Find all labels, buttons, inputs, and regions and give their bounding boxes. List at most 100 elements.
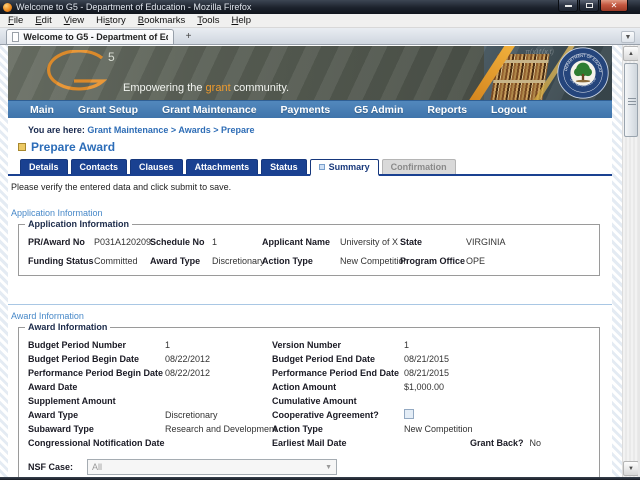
field-value: VIRGINIA (466, 237, 506, 247)
application-information-link[interactable]: Application Information (11, 208, 612, 218)
field-label: Funding Status (28, 256, 94, 266)
menu-tools[interactable]: Tools (191, 14, 225, 28)
firefox-icon (3, 2, 12, 12)
breadcrumb-prepare[interactable]: Prepare (221, 125, 255, 135)
app-info-row: Funding Status Committed Award Type Disc… (19, 256, 599, 267)
nav-logout[interactable]: Logout (491, 104, 527, 116)
tab-attachments[interactable]: Attachments (185, 159, 259, 174)
field-label: Program Office (400, 256, 466, 266)
menu-help[interactable]: Help (225, 14, 257, 28)
main-content: 5 Empowering the grant community. π(x)ƒ(… (8, 45, 612, 477)
right-margin-stripes (612, 45, 622, 477)
field-label: Award Type (150, 256, 201, 266)
menu-file[interactable]: File (2, 14, 29, 28)
award-info-row: Congressional Notification Date Earliest… (19, 437, 599, 451)
tab-details[interactable]: Details (20, 159, 68, 174)
restore-icon (585, 3, 593, 8)
minimize-button[interactable] (558, 0, 578, 12)
field-value (404, 395, 470, 409)
nav-reports[interactable]: Reports (427, 104, 467, 116)
field-value: New Competition (404, 424, 473, 434)
award-information-link[interactable]: Award Information (11, 311, 612, 321)
award-info-row: Subaward Type Research and Development A… (19, 423, 599, 437)
nav-main[interactable]: Main (30, 104, 54, 116)
breadcrumb-separator: > (213, 125, 219, 135)
scroll-down-button[interactable]: ▼ (623, 461, 639, 476)
titlebar: Welcome to G5 - Department of Education … (0, 0, 640, 14)
field-label: Performance Period End Date (272, 368, 400, 378)
grant-back-value: No (529, 438, 542, 448)
field-label: Award Date (28, 382, 78, 392)
close-button[interactable]: ✕ (600, 0, 628, 12)
cooperative-agreement-checkbox (404, 409, 414, 419)
nav-grant-maintenance[interactable]: Grant Maintenance (162, 104, 257, 116)
scrollbar-thumb[interactable] (624, 63, 638, 137)
new-tab-button[interactable]: + (180, 30, 197, 43)
browser-tab-title: Welcome to G5 - Department of Edu... (23, 32, 168, 42)
nav-grant-setup[interactable]: Grant Setup (78, 104, 138, 116)
minimize-icon (564, 4, 572, 7)
field-label: Subaward Type (28, 424, 94, 434)
menu-edit[interactable]: Edit (29, 14, 57, 28)
scrollbar-grip (628, 98, 636, 99)
award-info-row: Budget Period Begin Date 08/22/2012 Budg… (19, 353, 599, 367)
g5-logo-icon (47, 50, 108, 91)
field-value: 1 (212, 237, 218, 247)
tab-contacts[interactable]: Contacts (70, 159, 128, 174)
field-value: Research and Development (165, 424, 277, 434)
field-value: OPE (466, 256, 486, 266)
app-info-row: PR/Award No P031A120209 Schedule No 1 Ap… (19, 237, 599, 248)
menubar: File Edit View History Bookmarks Tools H… (0, 14, 640, 28)
field-value (165, 437, 272, 451)
field-value: $1,000.00 (404, 382, 445, 392)
nav-g5-admin[interactable]: G5 Admin (354, 104, 403, 116)
award-info-row: Performance Period Begin Date 08/22/2012… (19, 367, 599, 381)
field-value: P031A120209 (94, 237, 152, 247)
g5-logo-five: 5 (108, 50, 115, 64)
award-information-fieldset: Award Information Budget Period Number 1… (18, 322, 600, 477)
award-info-row: Award Type Discretionary Cooperative Agr… (19, 409, 599, 423)
menu-bookmarks[interactable]: Bookmarks (132, 14, 192, 28)
list-tabs-button[interactable]: ▼ (621, 31, 635, 43)
page-favicon (12, 32, 20, 42)
nav-payments[interactable]: Payments (281, 104, 331, 116)
g5-banner: 5 Empowering the grant community. π(x)ƒ(… (8, 46, 612, 100)
field-value: 08/22/2012 (165, 354, 211, 364)
tab-confirmation: Confirmation (381, 159, 456, 174)
field-value: Discretionary (212, 256, 265, 266)
field-label: Performance Period Begin Date (28, 368, 164, 378)
field-value: Committed (94, 256, 138, 266)
application-information-fieldset: Application Information PR/Award No P031… (18, 219, 600, 276)
close-icon: ✕ (610, 0, 618, 10)
field-label: Award Type (28, 410, 79, 420)
summary-tab-icon (318, 164, 325, 170)
field-label: Schedule No (150, 237, 205, 247)
award-information-legend: Award Information (28, 322, 108, 332)
field-value (404, 437, 470, 451)
field-label: State (400, 237, 423, 247)
field-label: Budget Period End Date (272, 354, 376, 364)
award-info-row: Budget Period Number 1 Version Number 1 (19, 339, 599, 353)
tab-clauses[interactable]: Clauses (130, 159, 183, 174)
field-value: 08/21/2015 (404, 368, 450, 378)
tab-status[interactable]: Status (261, 159, 307, 174)
scroll-up-button[interactable]: ▲ (623, 46, 639, 61)
dropdown-arrow-icon: ▼ (325, 463, 333, 471)
menu-history[interactable]: History (90, 14, 132, 28)
field-label: Action Type (272, 424, 323, 434)
field-label: Congressional Notification Date (28, 438, 165, 448)
instruction-text: Please verify the entered data and click… (11, 182, 232, 192)
menu-view[interactable]: View (58, 14, 90, 28)
grant-back-label: Grant Back? (470, 438, 524, 448)
browser-tab[interactable]: Welcome to G5 - Department of Edu... (6, 29, 174, 44)
tab-summary[interactable]: Summary (309, 159, 379, 176)
breadcrumb-awards[interactable]: Awards (178, 125, 210, 135)
field-label: Action Amount (272, 382, 337, 392)
vertical-scrollbar[interactable]: ▲ ▼ (622, 45, 639, 477)
page-title-icon (18, 143, 26, 151)
section-divider (8, 304, 612, 305)
field-label: Action Type (262, 256, 313, 266)
field-label: Version Number (272, 340, 342, 350)
breadcrumb-grant-maintenance[interactable]: Grant Maintenance (87, 125, 168, 135)
restore-button[interactable] (579, 0, 599, 12)
